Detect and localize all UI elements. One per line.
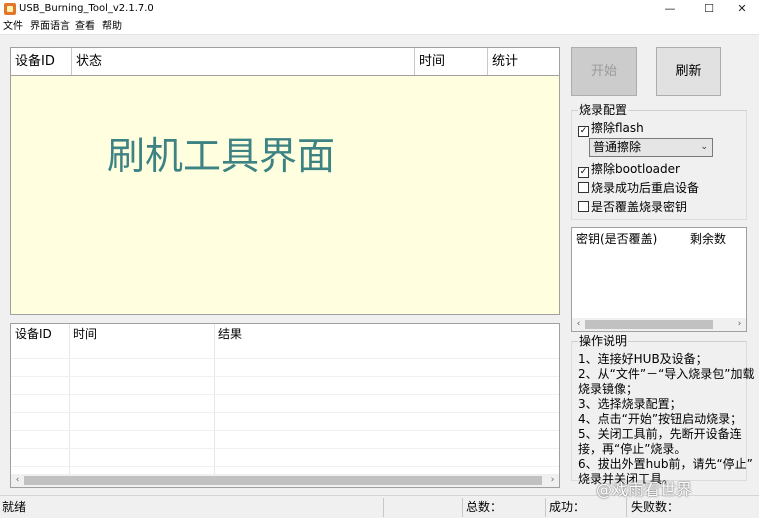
scroll-left-icon[interactable]: ‹ [12, 474, 23, 487]
row-divider [11, 376, 559, 377]
log-horizontal-scrollbar[interactable]: ‹ › [11, 474, 559, 487]
erase-flash-label: 擦除flash [591, 121, 644, 135]
erase-mode-select[interactable]: 普通擦除 ⌄ [589, 138, 713, 157]
menu-help[interactable]: 帮助 [102, 20, 122, 33]
row-divider [11, 412, 559, 413]
instructions-text: 1、连接好HUB及设备； 2、从“文件”－“导入烧录包”加载 烧录镜像； 3、选… [578, 352, 755, 487]
device-table-header: 设备ID 状态 时间 统计 [11, 48, 559, 76]
instruction-line: 5、关闭工具前，先断开设备连 [578, 427, 742, 441]
status-fail: 失败数： [631, 500, 680, 514]
check-icon[interactable]: ✓ [578, 126, 589, 137]
instruction-line: 6、拔出外置hub前，请先“停止” [578, 457, 753, 471]
status-state: 就绪 [2, 500, 27, 514]
status-divider [545, 498, 546, 517]
menu-view[interactable]: 查看 [75, 20, 95, 33]
scroll-left-icon[interactable]: ‹ [573, 318, 584, 331]
log-column-device-id[interactable]: 设备ID [11, 324, 69, 344]
app-icon [4, 3, 16, 15]
menu-bar: 文件 界面语言 查看 帮助 [0, 18, 759, 35]
chevron-down-icon: ⌄ [700, 142, 708, 152]
log-column-result[interactable]: 结果 [214, 324, 414, 344]
start-button[interactable]: 开始 [571, 47, 637, 96]
reboot-after-label: 烧录成功后重启设备 [591, 181, 700, 195]
window-title: USB_Burning_Tool_v2.1.7.0 [19, 3, 154, 14]
column-stats[interactable]: 统计 [488, 48, 559, 75]
instruction-line: 2、从“文件”－“导入烧录包”加载 [578, 367, 755, 381]
instruction-line: 接，再“停止”烧录。 [578, 442, 687, 456]
menu-language[interactable]: 界面语言 [30, 20, 70, 33]
scroll-thumb[interactable] [585, 320, 713, 329]
overwrite-key-option[interactable]: 是否覆盖烧录密钥 [578, 200, 687, 214]
status-total: 总数： [466, 500, 503, 514]
instruction-line: 烧录镜像； [578, 382, 639, 396]
reboot-checkbox[interactable] [578, 182, 589, 193]
row-divider [11, 394, 559, 395]
status-divider [462, 498, 463, 517]
row-divider [11, 430, 559, 431]
key-table[interactable]: 密钥(是否覆盖) 剩余数 ‹ › [571, 227, 747, 332]
device-table[interactable]: 设备ID 状态 时间 统计 刷机工具界面 [10, 47, 560, 315]
row-divider [11, 358, 559, 359]
erase-bootloader-option[interactable]: ✓ 擦除bootloader [578, 162, 680, 178]
reboot-after-option[interactable]: 烧录成功后重启设备 [578, 181, 699, 195]
status-success: 成功： [549, 500, 586, 514]
erase-mode-value: 普通擦除 [593, 140, 642, 154]
column-divider [214, 324, 215, 476]
burn-config-group: 烧录配置 ✓ 擦除flash ✓ 擦除bootloader 烧录成功后重启设备 是否… [571, 103, 747, 220]
instructions-title: 操作说明 [578, 334, 629, 348]
instruction-line: 1、连接好HUB及设备； [578, 352, 708, 366]
close-button[interactable]: ✕ [727, 0, 757, 18]
overwrite-key-label: 是否覆盖烧录密钥 [591, 200, 688, 214]
log-table[interactable]: 设备ID 时间 结果 ‹ › [10, 323, 560, 488]
row-divider [11, 466, 559, 467]
maximize-button[interactable]: ☐ [694, 0, 724, 18]
column-status[interactable]: 状态 [72, 48, 415, 75]
scroll-right-icon[interactable]: › [547, 474, 558, 487]
scroll-right-icon[interactable]: › [734, 318, 745, 331]
refresh-button[interactable]: 刷新 [656, 47, 721, 96]
burn-config-title: 烧录配置 [578, 103, 629, 117]
column-time[interactable]: 时间 [415, 48, 488, 75]
minimize-button[interactable]: — [655, 0, 685, 18]
check-icon[interactable]: ✓ [578, 167, 589, 178]
scroll-thumb[interactable] [24, 476, 542, 485]
erase-flash-option[interactable]: ✓ 擦除flash [578, 121, 644, 137]
status-divider [383, 498, 384, 517]
row-divider [11, 448, 559, 449]
overlay-label: 刷机工具界面 [107, 134, 336, 178]
key-column-key[interactable]: 密钥(是否覆盖) [576, 230, 688, 248]
watermark: @戏雨看世界 [596, 480, 693, 499]
column-device-id[interactable]: 设备ID [11, 48, 72, 75]
overwrite-key-checkbox[interactable] [578, 201, 589, 212]
column-divider [69, 324, 70, 476]
instructions-group: 操作说明 1、连接好HUB及设备； 2、从“文件”－“导入烧录包”加载 烧录镜像… [571, 334, 755, 486]
menu-file[interactable]: 文件 [3, 20, 23, 33]
instruction-line: 4、点击“开始”按钮启动烧录； [578, 412, 743, 426]
title-bar: USB_Burning_Tool_v2.1.7.0 — ☐ ✕ [0, 0, 759, 18]
instruction-line: 3、选择烧录配置； [578, 397, 682, 411]
erase-bootloader-label: 擦除bootloader [591, 162, 680, 176]
log-column-time[interactable]: 时间 [69, 324, 214, 344]
key-column-remaining[interactable]: 剩余数 [690, 230, 746, 248]
key-horizontal-scrollbar[interactable]: ‹ › [572, 318, 746, 331]
